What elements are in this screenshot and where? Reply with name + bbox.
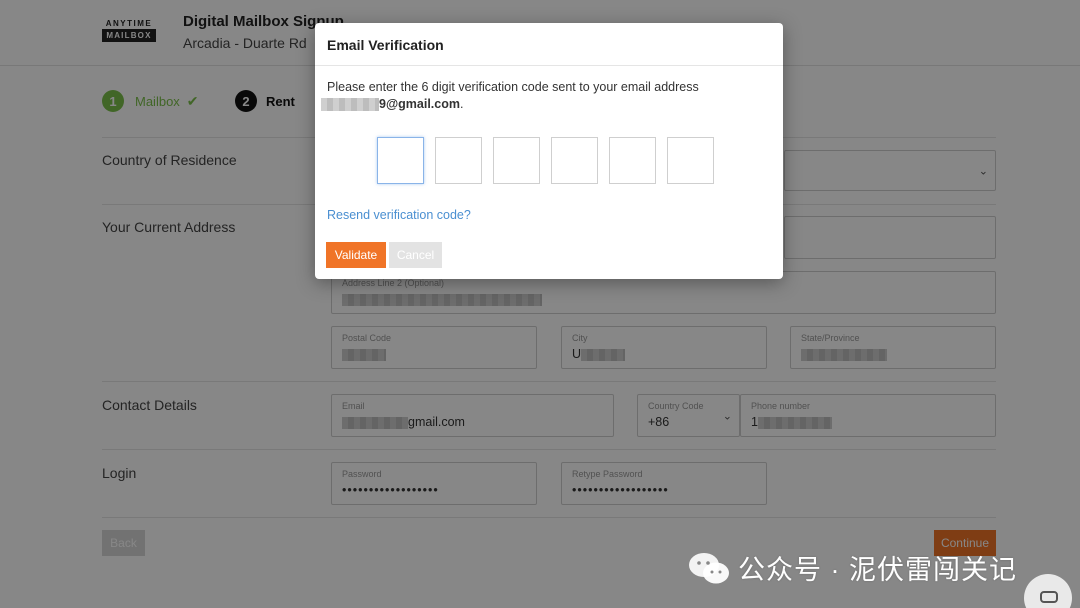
wechat-icon — [689, 552, 729, 583]
code-digit-5[interactable] — [609, 137, 656, 184]
modal-title: Email Verification — [327, 37, 444, 53]
code-digit-3[interactable] — [493, 137, 540, 184]
wechat-watermark: 公众号 · 泥伏雷闯关记 — [688, 548, 1017, 587]
email-verification-modal: Email Verification Please enter the 6 di… — [315, 23, 783, 279]
verification-message: Please enter the 6 digit verification co… — [321, 79, 767, 113]
validate-button[interactable]: Validate — [326, 242, 386, 268]
watermark-text: 公众号 · 泥伏雷闯关记 — [738, 555, 1017, 585]
redacted-email-prefix — [321, 98, 379, 112]
verification-message-text: Please enter the 6 digit verification co… — [327, 80, 699, 94]
code-digit-4[interactable] — [551, 137, 598, 184]
verification-email: 9@gmail.com — [379, 97, 460, 111]
verification-email-end: . — [459, 97, 464, 111]
code-digit-2[interactable] — [435, 137, 482, 184]
code-input-row — [377, 137, 714, 184]
modal-divider — [315, 65, 783, 66]
code-digit-1[interactable] — [377, 137, 424, 184]
cancel-button[interactable]: Cancel — [389, 242, 442, 268]
resend-code-link[interactable]: Resend verification code? — [327, 208, 471, 222]
code-digit-6[interactable] — [667, 137, 714, 184]
chat-icon — [1040, 591, 1058, 603]
